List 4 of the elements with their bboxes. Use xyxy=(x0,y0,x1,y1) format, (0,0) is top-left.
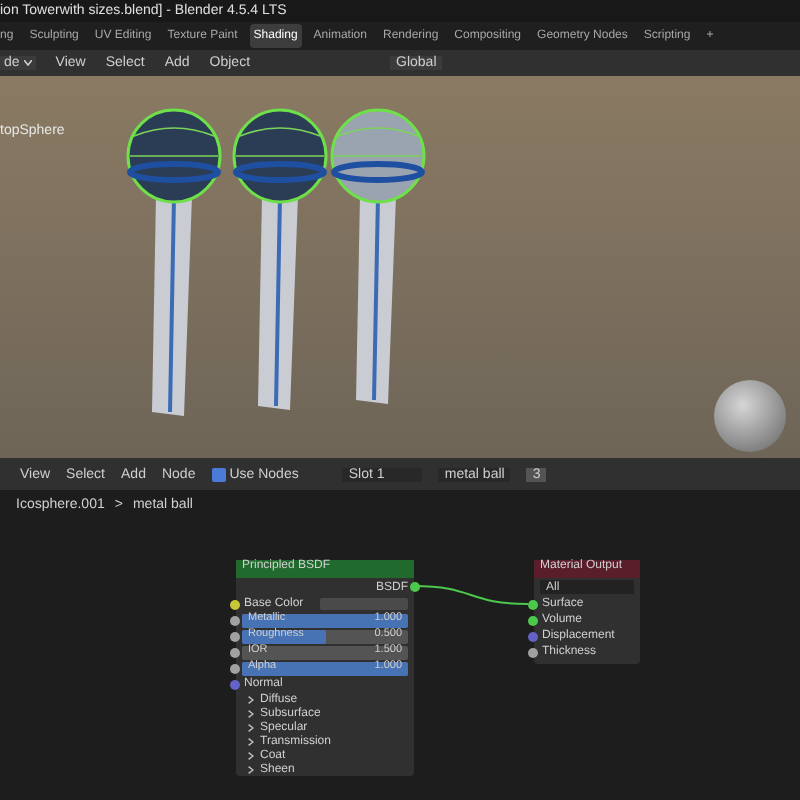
caret-icon xyxy=(23,60,32,66)
color-swatch[interactable] xyxy=(319,598,408,610)
node-link xyxy=(414,584,528,606)
use-nodes-checkbox[interactable] xyxy=(211,467,226,481)
